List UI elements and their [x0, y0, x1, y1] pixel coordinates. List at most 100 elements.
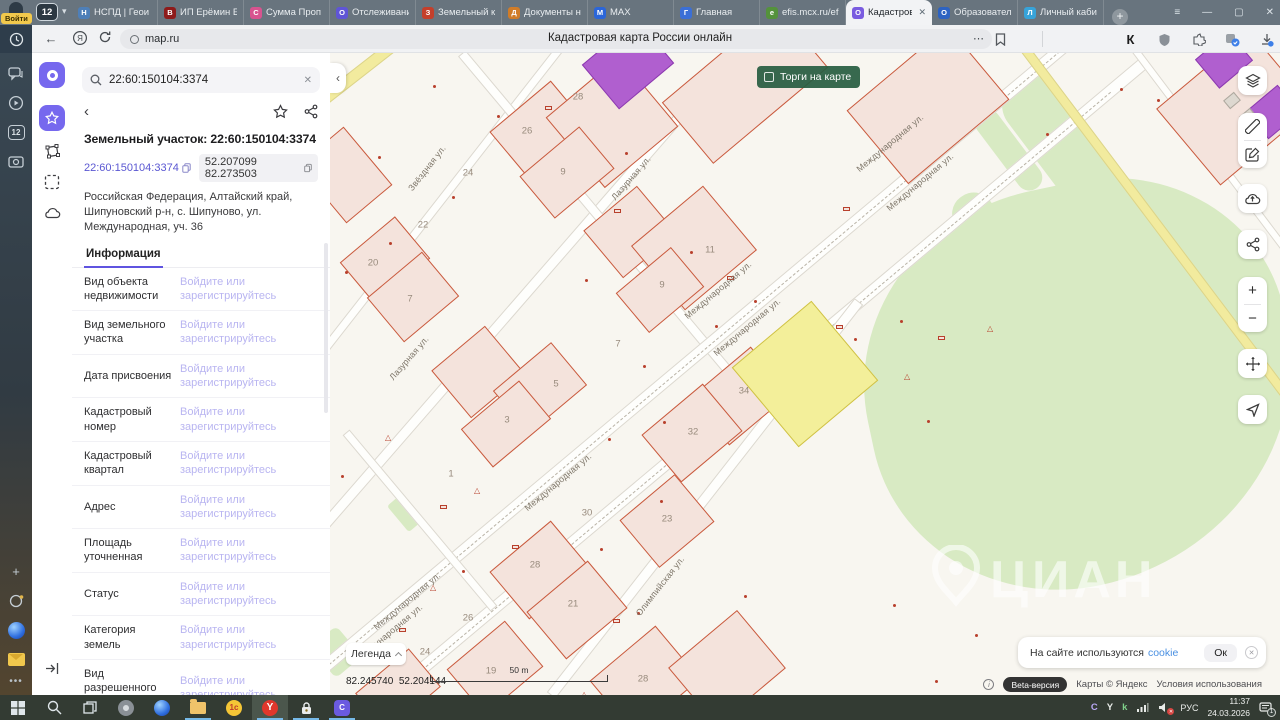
zoom-in-button[interactable]: +: [1238, 277, 1267, 304]
new-tab-button[interactable]: +: [1112, 9, 1128, 25]
tab-counter-badge[interactable]: 12: [36, 3, 58, 21]
tray-yandex-icon[interactable]: Y: [1107, 702, 1113, 713]
screenshot-icon[interactable]: [8, 154, 24, 168]
cloud-icon[interactable]: [41, 202, 63, 224]
network-icon[interactable]: [1136, 702, 1150, 713]
edit-icon[interactable]: [1238, 141, 1267, 168]
site-connection-icon[interactable]: [130, 34, 139, 44]
mail-icon[interactable]: [7, 653, 25, 666]
copy-icon[interactable]: [304, 163, 312, 173]
map-ru-logo[interactable]: [39, 62, 65, 88]
download-icon[interactable]: [1258, 31, 1275, 48]
taskbar-search-icon[interactable]: [36, 695, 72, 720]
login-register-link[interactable]: Войдите или зарегистрируйтесь: [180, 449, 318, 478]
browser-login-cluster[interactable]: Войти 12 ▾: [0, 0, 72, 25]
parcel[interactable]: [668, 609, 786, 695]
app-icon-sphere[interactable]: [144, 695, 180, 720]
login-register-link[interactable]: Войдите или зарегистрируйтесь: [180, 536, 318, 565]
c-app-icon[interactable]: C: [324, 695, 360, 720]
login-register-link[interactable]: Войдите или зарегистрируйтесь: [180, 405, 318, 434]
maximize-icon[interactable]: ▢: [1234, 7, 1243, 18]
panel-back-icon[interactable]: ‹: [84, 104, 89, 119]
lock-app-icon[interactable]: [288, 695, 324, 720]
task-view-icon[interactable]: [72, 695, 108, 720]
info-icon[interactable]: i: [983, 679, 995, 690]
translator-extension-icon[interactable]: [1224, 31, 1241, 48]
search-input[interactable]: 22:60:150104:3374 ✕: [82, 67, 320, 93]
history-clock-icon[interactable]: [0, 25, 32, 53]
tab-information[interactable]: Информация: [84, 248, 163, 268]
browser-tab[interactable]: Н НСПД | Геои: [72, 0, 158, 25]
select-area-icon[interactable]: [41, 171, 63, 193]
close-icon[interactable]: ✕: [1266, 7, 1274, 18]
collapse-panel-icon[interactable]: [41, 657, 63, 679]
browser-tab[interactable]: З Земельный к: [416, 0, 502, 25]
browser-tab[interactable]: В ИП Ерёмин Е: [158, 0, 244, 25]
reload-icon[interactable]: [98, 30, 116, 48]
language-indicator[interactable]: РУС: [1180, 703, 1198, 713]
file-explorer-icon[interactable]: [180, 695, 216, 720]
extension-k-icon[interactable]: К: [1122, 31, 1139, 48]
login-register-link[interactable]: Войдите или зарегистрируйтесь: [180, 362, 318, 391]
copyright-link[interactable]: Карты © Яндекс: [1076, 679, 1147, 690]
pan-mode-button[interactable]: [1238, 349, 1267, 378]
login-register-link[interactable]: Войдите или зарегистрируйтесь: [180, 623, 318, 652]
volume-muted-icon[interactable]: ✕: [1158, 702, 1175, 715]
start-button[interactable]: [0, 695, 36, 720]
layers-button[interactable]: [1238, 66, 1267, 95]
yandex-services-icon[interactable]: Я: [72, 30, 90, 48]
cadastral-map[interactable]: △ △ △ △ △ △ Звёздная ул. Лазурная ул. Лазурная у…: [330, 53, 1280, 695]
notifications-icon[interactable]: 1: [1259, 701, 1276, 717]
login-register-link[interactable]: Войдите или зарегистрируйтесь: [180, 493, 318, 522]
tab-menu-icon[interactable]: ≡: [1174, 7, 1180, 18]
upload-button[interactable]: [1238, 184, 1267, 213]
login-register-link[interactable]: Войдите или зарегистрируйтесь: [180, 674, 318, 695]
zoom-out-button[interactable]: −: [1238, 305, 1267, 332]
browser-tab[interactable]: С Сумма Проп: [244, 0, 330, 25]
tray-k-icon[interactable]: k: [1122, 702, 1127, 713]
video-icon[interactable]: [8, 95, 24, 111]
chevron-down-icon[interactable]: ▾: [62, 6, 67, 17]
onec-app-icon[interactable]: 1с: [216, 695, 252, 720]
tab-close-icon[interactable]: ✕: [918, 7, 926, 18]
login-badge[interactable]: Войти: [1, 13, 32, 24]
browser-tab[interactable]: О Образовател: [932, 0, 1018, 25]
share-icon[interactable]: [304, 104, 318, 119]
draw-polygon-icon[interactable]: [41, 140, 63, 162]
shield-extension-icon[interactable]: [1156, 31, 1173, 48]
share-map-button[interactable]: [1238, 230, 1267, 259]
my-location-button[interactable]: [1238, 395, 1267, 424]
browser-tab[interactable]: e efis.mcx.ru/ef: [760, 0, 846, 25]
favorites-tool-button[interactable]: [39, 105, 65, 131]
parcel[interactable]: [330, 126, 393, 224]
cadastral-number-link[interactable]: 22:60:150104:3374: [84, 162, 191, 174]
bookmark-icon[interactable]: [992, 31, 1009, 48]
browser-tab[interactable]: Л Личный каби: [1018, 0, 1104, 25]
add-panel-icon[interactable]: +: [12, 564, 20, 579]
browser-tab[interactable]: О Отслеживани: [330, 0, 416, 25]
legend-button[interactable]: Легенда: [346, 643, 406, 665]
search-value[interactable]: 22:60:150104:3374: [109, 74, 297, 86]
terms-link[interactable]: Условия использования: [1157, 679, 1262, 690]
panel-scrollbar[interactable]: [324, 243, 328, 413]
more-icon[interactable]: ⋯: [970, 30, 988, 48]
trades-on-map-toggle[interactable]: Торги на карте: [757, 66, 861, 88]
tray-clock[interactable]: 11:37 24.03.2026: [1207, 696, 1250, 718]
cookie-close-icon[interactable]: ✕: [1245, 646, 1258, 659]
collapse-map-panel-icon[interactable]: ‹: [330, 63, 346, 93]
calendar-icon[interactable]: 12: [7, 125, 25, 140]
app-icon-gray[interactable]: [108, 695, 144, 720]
back-button[interactable]: ←: [42, 30, 60, 48]
yandex-disk-icon[interactable]: [7, 622, 25, 639]
url-text[interactable]: map.ru: [145, 33, 179, 45]
tray-c-icon[interactable]: C: [1091, 702, 1098, 713]
extension-icon[interactable]: [1190, 31, 1207, 48]
more-rail-icon[interactable]: •••: [9, 676, 23, 687]
login-register-link[interactable]: Войдите или зарегистрируйтесь: [180, 275, 318, 304]
alarm-icon[interactable]: [9, 593, 24, 608]
login-register-link[interactable]: Войдите или зарегистрируйтесь: [180, 580, 318, 609]
chats-icon[interactable]: [8, 67, 24, 81]
minimize-icon[interactable]: —: [1202, 7, 1212, 18]
browser-tab[interactable]: Д Документы н: [502, 0, 588, 25]
browser-tab[interactable]: M МАХ: [588, 0, 674, 25]
